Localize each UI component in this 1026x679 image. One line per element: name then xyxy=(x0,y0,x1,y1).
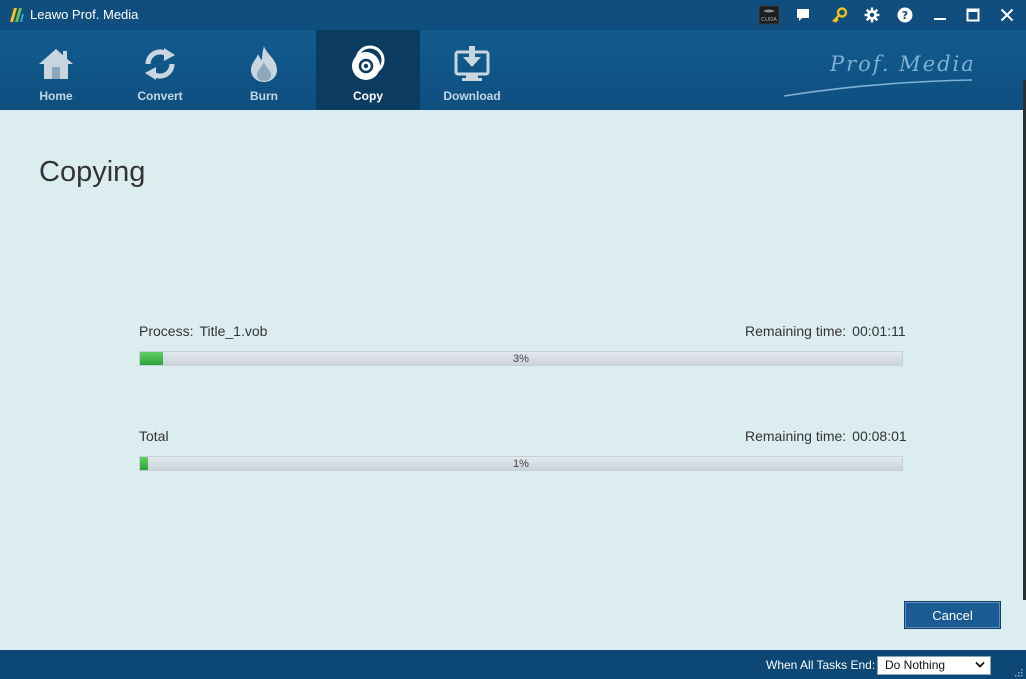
when-tasks-end-label: When All Tasks End: xyxy=(766,658,876,672)
process-file-name: Title_1.vob xyxy=(199,323,268,339)
maximize-button[interactable] xyxy=(962,5,984,25)
resize-grip-icon[interactable] xyxy=(1013,667,1023,677)
convert-icon xyxy=(145,48,175,80)
close-button[interactable] xyxy=(996,5,1018,25)
chat-icon xyxy=(797,9,809,21)
chevron-down-icon xyxy=(975,661,985,668)
cuda-button[interactable]: CUDA xyxy=(758,5,780,25)
total-progress-percent: 1% xyxy=(513,458,529,470)
nav-download[interactable]: Download xyxy=(420,30,524,110)
maximize-icon xyxy=(966,8,980,22)
burn-icon xyxy=(251,46,277,82)
home-icon xyxy=(39,49,73,79)
when-tasks-end-value: Do Nothing xyxy=(885,658,946,672)
cuda-icon: CUDA xyxy=(758,5,780,25)
minimize-button[interactable] xyxy=(929,5,951,25)
nav-home[interactable]: Home xyxy=(4,30,108,110)
process-remaining: Remaining time: 00:01:11 xyxy=(745,323,906,339)
total-remaining-time: 00:08:01 xyxy=(852,428,907,444)
register-button[interactable] xyxy=(828,5,850,25)
main-nav: Home Convert Burn Copy Download Prof. Me… xyxy=(0,30,1026,110)
process-progress-percent: 3% xyxy=(513,353,529,365)
brand-swoosh xyxy=(783,79,973,97)
help-button[interactable]: ? xyxy=(894,5,916,25)
nav-copy[interactable]: Copy xyxy=(316,30,420,110)
process-remaining-time: 00:01:11 xyxy=(852,323,906,339)
when-tasks-end-select[interactable]: Do Nothing xyxy=(877,656,991,675)
cancel-button[interactable]: Cancel xyxy=(904,601,1001,629)
copy-disc-icon xyxy=(352,45,385,80)
total-progress-bar: 1% xyxy=(139,456,903,471)
page-title: Copying xyxy=(39,156,146,188)
status-bar: When All Tasks End: xyxy=(0,650,1026,679)
close-icon xyxy=(1000,8,1014,22)
nav-copy-label: Copy xyxy=(353,89,383,103)
total-label: Total xyxy=(139,428,169,444)
process-progress-bar: 3% xyxy=(139,351,903,366)
nav-burn[interactable]: Burn xyxy=(212,30,316,110)
settings-button[interactable] xyxy=(861,5,883,25)
minimize-icon xyxy=(934,18,946,20)
nav-convert-label: Convert xyxy=(137,89,183,103)
nav-convert[interactable]: Convert xyxy=(108,30,212,110)
nav-download-label: Download xyxy=(443,89,501,103)
nav-burn-label: Burn xyxy=(250,89,278,103)
app-title: Leawo Prof. Media xyxy=(30,7,139,22)
app-logo-icon xyxy=(10,8,24,22)
gear-icon xyxy=(864,7,880,23)
process-label: Process: Title_1.vob xyxy=(139,323,268,339)
feedback-button[interactable] xyxy=(792,5,814,25)
download-icon xyxy=(454,46,490,81)
nav-home-label: Home xyxy=(39,89,73,103)
total-remaining: Remaining time: 00:08:01 xyxy=(745,428,907,444)
help-icon: ? xyxy=(897,7,913,23)
key-icon xyxy=(831,6,847,23)
svg-text:?: ? xyxy=(902,9,908,22)
svg-text:CUDA: CUDA xyxy=(761,17,777,23)
title-bar: Leawo Prof. Media CUDA ? xyxy=(0,0,1026,30)
brand-logo: Prof. Media xyxy=(782,44,982,100)
